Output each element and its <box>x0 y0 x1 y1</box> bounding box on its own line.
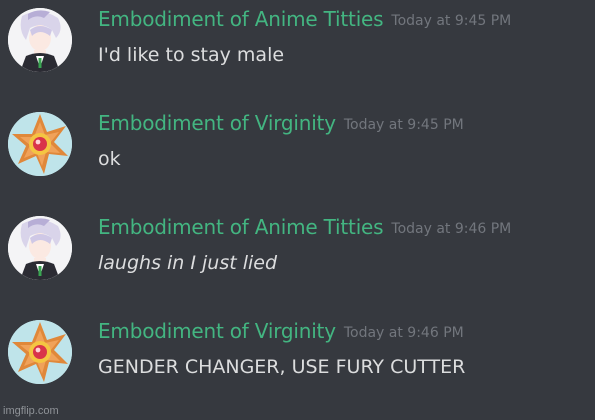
timestamp: Today at 9:46 PM <box>343 325 464 341</box>
starmie-avatar[interactable] <box>8 320 72 384</box>
message-text: laughs in I just lied <box>98 252 278 274</box>
message-text: GENDER CHANGER, USE FURY CUTTER <box>98 356 466 378</box>
anime-character-avatar[interactable] <box>8 216 72 280</box>
imgflip-watermark: imgflip.com <box>3 405 59 417</box>
message-header: Embodiment of Anime Titties Today at 9:45… <box>98 4 511 34</box>
starmie-icon <box>8 112 72 176</box>
message-text: I'd like to stay male <box>98 44 285 66</box>
message-header: Embodiment of Virginity Today at 9:46 PM <box>98 316 464 346</box>
chat-log: Embodiment of Anime Titties Today at 9:45… <box>0 0 595 420</box>
timestamp: Today at 9:45 PM <box>343 117 464 133</box>
username[interactable]: Embodiment of Virginity <box>98 319 336 343</box>
username[interactable]: Embodiment of Anime Titties <box>98 215 384 239</box>
message-item: Embodiment of Anime Titties Today at 9:45… <box>0 4 595 84</box>
starmie-icon <box>8 320 72 384</box>
message-item: Embodiment of Anime Titties Today at 9:46… <box>0 212 595 292</box>
timestamp: Today at 9:46 PM <box>391 221 512 237</box>
timestamp: Today at 9:45 PM <box>391 13 512 29</box>
anime-character-icon <box>8 216 72 280</box>
message-item: Embodiment of Virginity Today at 9:45 PM … <box>0 108 595 188</box>
anime-character-avatar[interactable] <box>8 8 72 72</box>
starmie-avatar[interactable] <box>8 112 72 176</box>
message-text: ok <box>98 148 121 170</box>
message-header: Embodiment of Virginity Today at 9:45 PM <box>98 108 464 138</box>
username[interactable]: Embodiment of Anime Titties <box>98 7 384 31</box>
message-header: Embodiment of Anime Titties Today at 9:46… <box>98 212 511 242</box>
username[interactable]: Embodiment of Virginity <box>98 111 336 135</box>
message-item: Embodiment of Virginity Today at 9:46 PM … <box>0 316 595 396</box>
anime-character-icon <box>8 8 72 72</box>
